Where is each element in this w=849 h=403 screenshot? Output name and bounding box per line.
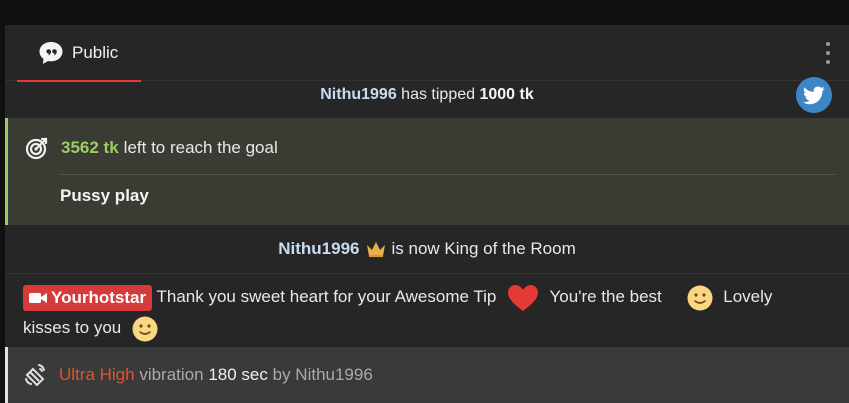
goal-status: 3562 tk left to reach the goal (25, 136, 278, 160)
crown-icon (367, 242, 386, 257)
goal-text: left to reach the goal (123, 138, 278, 157)
sender-badge[interactable]: Yourhotstar (23, 284, 153, 311)
tip-text: has tipped (401, 86, 476, 103)
top-strip (0, 0, 849, 25)
goal-divider (60, 174, 835, 175)
chat-panel: Public Nithu1996 has tipped 1000 tk 3562… (5, 25, 849, 403)
message-text-3: Lovely (723, 287, 773, 306)
twitter-button[interactable] (796, 77, 832, 113)
king-text: is now King of the Room (391, 239, 576, 258)
king-username[interactable]: Nithu1996 (278, 239, 359, 259)
tip-notice: Nithu1996 has tipped 1000 tk (5, 82, 849, 110)
message-text-4: kisses to you (23, 318, 122, 337)
vibration-icon (25, 364, 45, 387)
heart-icon (508, 284, 539, 311)
smiley-icon (687, 285, 713, 311)
tip-amount: 1000 tk (479, 86, 534, 103)
smiley-icon (132, 316, 158, 342)
sender-name: Yourhotstar (51, 287, 147, 307)
message-text-1: Thank you sweet heart for your Awesome T… (156, 287, 497, 306)
vibration-duration: 180 sec (208, 365, 268, 384)
vibration-level: Ultra High (59, 365, 135, 384)
message-text-2: You're the best (549, 287, 662, 306)
tab-bar: Public (5, 25, 849, 82)
chat-message: Yourhotstar Thank you sweet heart for yo… (5, 275, 849, 347)
tip-username[interactable]: Nithu1996 (320, 86, 396, 103)
tab-public[interactable]: Public (17, 25, 141, 82)
tab-public-label: Public (72, 43, 119, 62)
goal-box: 3562 tk left to reach the goal Pussy pla… (5, 118, 849, 225)
king-notice: Nithu1996 is now King of the Room (5, 225, 849, 274)
goal-name: Pussy play (60, 186, 149, 205)
video-camera-icon (29, 292, 47, 303)
vibration-word: vibration (139, 365, 204, 384)
twitter-icon (803, 86, 825, 104)
vibration-notice: Ultra High vibration 180 sec by Nithu199… (5, 347, 849, 403)
target-icon (25, 137, 48, 160)
vibration-by: by Nithu1996 (272, 365, 373, 384)
kebab-menu-icon[interactable] (823, 42, 833, 64)
chat-bubble-icon (39, 42, 63, 64)
goal-amount: 3562 tk (61, 138, 119, 157)
